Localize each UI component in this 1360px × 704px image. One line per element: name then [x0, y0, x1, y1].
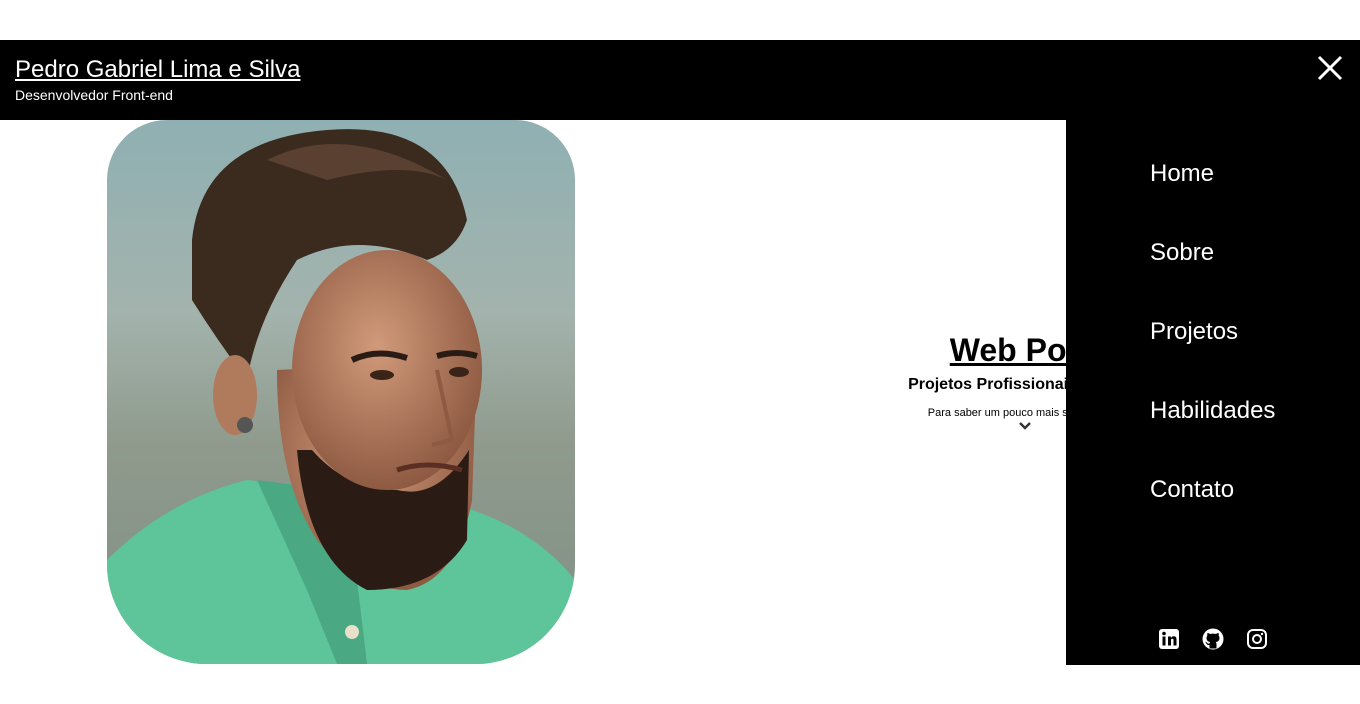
close-icon — [1317, 55, 1343, 81]
social-links — [1066, 628, 1360, 650]
site-role: Desenvolvedor Front-end — [15, 87, 173, 103]
chevron-down-icon — [1019, 422, 1031, 430]
instagram-icon[interactable] — [1246, 628, 1268, 650]
linkedin-icon[interactable] — [1158, 628, 1180, 650]
site-name[interactable]: Pedro Gabriel Lima e Silva — [15, 56, 300, 84]
site-header: Pedro Gabriel Lima e Silva Desenvolvedor… — [0, 40, 1360, 120]
menu-item-contato[interactable]: Contato — [1150, 476, 1234, 504]
side-menu: Home Sobre Projetos Habilidades Contato — [1066, 120, 1360, 665]
menu-item-sobre[interactable]: Sobre — [1150, 239, 1214, 267]
profile-photo — [107, 120, 575, 664]
menu-item-projetos[interactable]: Projetos — [1150, 318, 1238, 346]
menu-item-home[interactable]: Home — [1150, 160, 1214, 188]
github-icon[interactable] — [1202, 628, 1224, 650]
close-menu-button[interactable] — [1316, 54, 1344, 82]
menu-item-habilidades[interactable]: Habilidades — [1150, 397, 1275, 425]
